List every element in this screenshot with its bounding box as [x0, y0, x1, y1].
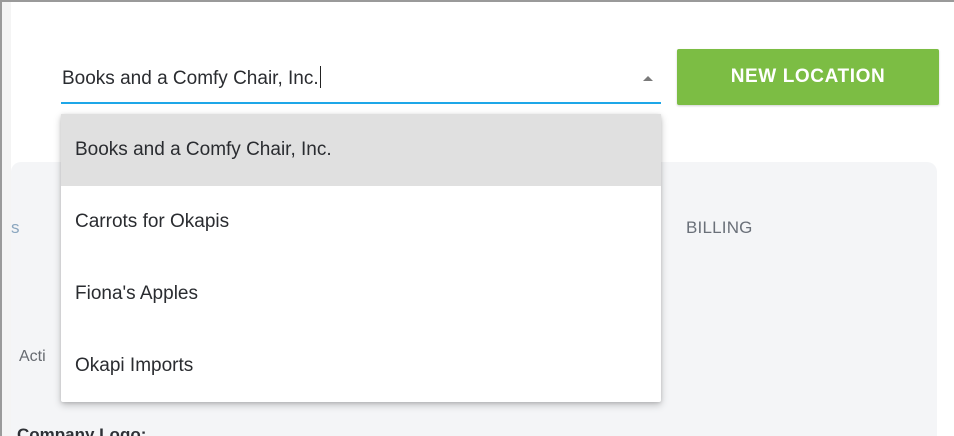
company-select-value: Books and a Comfy Chair, Inc.: [62, 68, 319, 89]
company-dropdown-menu: Books and a Comfy Chair, Inc. Carrots fo…: [61, 114, 661, 402]
left-panel-edge: [2, 2, 11, 436]
text-cursor: [319, 66, 321, 88]
app-window: s BILLING Acti Company Logo: Books and a…: [0, 0, 954, 436]
dropdown-option[interactable]: Fiona's Apples: [61, 258, 661, 330]
company-select-input[interactable]: Books and a Comfy Chair, Inc.: [62, 66, 321, 90]
dropdown-toggle-button[interactable]: [637, 62, 661, 100]
tab-billing[interactable]: BILLING: [686, 218, 753, 238]
company-logo-label: Company Logo:: [17, 425, 147, 436]
arrow-up-icon: [643, 76, 653, 81]
tab-partial-left[interactable]: s: [11, 218, 20, 238]
company-select[interactable]: Books and a Comfy Chair, Inc.: [61, 62, 661, 104]
dropdown-option[interactable]: Carrots for Okapis: [61, 186, 661, 258]
dropdown-option[interactable]: Books and a Comfy Chair, Inc.: [61, 114, 661, 186]
dropdown-option[interactable]: Okapi Imports: [61, 330, 661, 402]
new-location-button[interactable]: NEW LOCATION: [677, 49, 939, 105]
active-label: Acti: [19, 348, 46, 365]
